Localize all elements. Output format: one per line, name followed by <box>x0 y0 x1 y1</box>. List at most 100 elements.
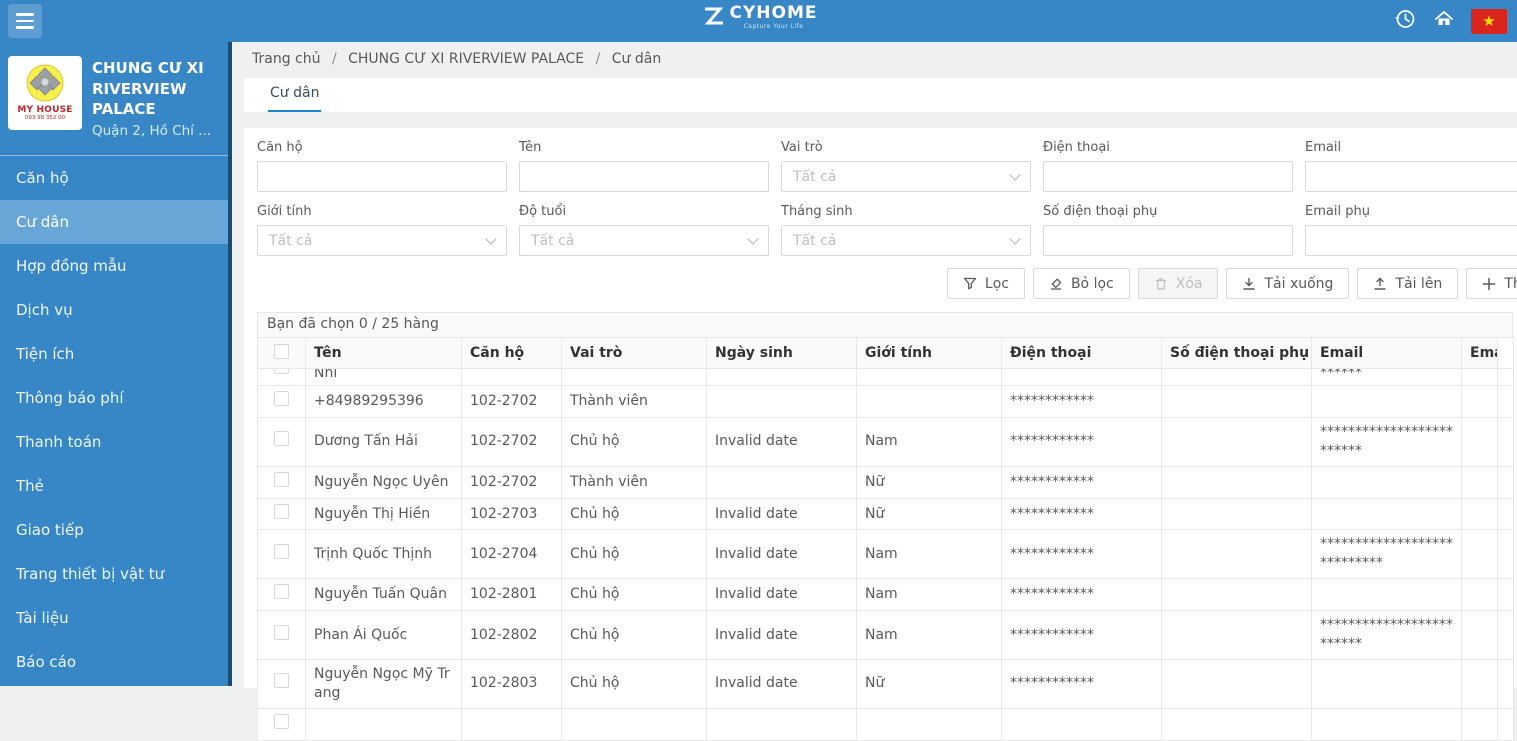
delete-button[interactable]: Xóa <box>1137 268 1219 299</box>
cell-name: Nhi <box>314 368 338 382</box>
table-row: Nguyễn Ngọc Uyên 102-2702 Thành viên Nữ ****… <box>257 465 1514 499</box>
filter-select-5[interactable]: Tất cả <box>257 225 507 256</box>
download-button[interactable]: Tải xuống <box>1226 268 1350 299</box>
col-can-ho: Căn hộ <box>461 337 562 369</box>
col-ngay-sinh: Ngày sinh <box>706 337 857 369</box>
filter-input-3[interactable] <box>1043 161 1293 192</box>
sidebar-item-dịch-vụ[interactable]: Dịch vụ <box>0 288 228 332</box>
table-row: Nhi ****** <box>257 368 1514 386</box>
building-logo-phone: 093 98 352 00 <box>24 115 66 122</box>
filter-label: Độ tuổi <box>519 204 567 219</box>
cell-name: Nguyễn Ngọc Mỹ Trang <box>314 665 450 701</box>
row-checkbox[interactable] <box>274 543 289 559</box>
filter-select-7[interactable]: Tất cả <box>781 225 1031 256</box>
scrollbar-gutter <box>1497 658 1514 709</box>
scrollbar-gutter <box>1497 337 1514 369</box>
col-gioi-tinh: Giới tính <box>856 337 1002 369</box>
cell-role: Chủ hộ <box>570 545 620 562</box>
hamburger-menu-button[interactable] <box>8 4 42 38</box>
row-checkbox[interactable] <box>274 713 289 729</box>
row-checkbox[interactable] <box>274 503 289 519</box>
cell-phone: ************ <box>1010 393 1094 409</box>
main-content: Trang chủ / CHUNG CƯ XI RIVERVIEW PALACE… <box>232 42 1517 741</box>
home-icon[interactable] <box>1433 8 1455 34</box>
sidebar-item-giao-tiếp[interactable]: Giao tiếp <box>0 508 228 552</box>
table-row: Phan Ái Quốc 102-2802 Chủ hộ Invalid date Na… <box>257 610 1514 660</box>
filter-input-8[interactable] <box>1043 225 1293 256</box>
cell-gender: Nam <box>865 626 898 643</box>
upload-button[interactable]: Tải lên <box>1357 268 1459 299</box>
clear-filter-button[interactable]: Bỏ lọc <box>1032 268 1130 299</box>
sidebar-item-thông-báo-phí[interactable]: Thông báo phí <box>0 376 228 420</box>
select-all-checkbox[interactable] <box>274 343 289 359</box>
sidebar-item-tài-liệu[interactable]: Tài liệu <box>0 596 228 640</box>
cell-apartment: 102-2702 <box>470 393 538 409</box>
residents-panel: Căn hộ Tên Vai trò Tất cả Điện thoại Email Giớ… <box>244 128 1517 741</box>
sidebar-item-hợp-đồng-mẫu[interactable]: Hợp đồng mẫu <box>0 244 228 288</box>
cell-apartment: 102-2802 <box>470 626 538 643</box>
cell-email: ************************* <box>1320 423 1453 459</box>
filter-input-9[interactable] <box>1305 225 1517 256</box>
sidebar-item-báo-cáo[interactable]: Báo cáo <box>0 640 228 684</box>
row-checkbox[interactable] <box>274 624 289 640</box>
table-row: Nguyễn Ngọc Mỹ Trang 102-2803 Chủ hộ Invali… <box>257 658 1514 709</box>
cell-gender: Nữ <box>865 675 885 692</box>
filter-label: Điện thoại <box>1043 140 1110 155</box>
sidebar-menu: Căn hộ Cư dân Hợp đồng mẫu Dịch vụ Tiện ích T… <box>0 156 228 684</box>
sidebar-item-cư-dân[interactable]: Cư dân <box>0 200 228 245</box>
row-checkbox[interactable] <box>274 673 289 689</box>
tab-cu-dan[interactable]: Cư dân <box>268 78 322 112</box>
row-checkbox[interactable] <box>274 471 289 487</box>
filter-button[interactable]: Lọc <box>946 268 1025 299</box>
filter-field: Độ tuổi Tất cả <box>519 204 769 256</box>
filter-select-6[interactable]: Tất cả <box>519 225 769 256</box>
filter-input-1[interactable] <box>519 161 769 192</box>
building-logo-text: MY HOUSE <box>17 105 73 116</box>
sidebar-item-trang-thiết-bị-vật-tư[interactable]: Trang thiết bị vật tư <box>0 552 228 596</box>
filter-select-2[interactable]: Tất cả <box>781 161 1031 192</box>
vietnam-flag-icon[interactable]: ★ <box>1471 8 1507 34</box>
select-value: Tất cả <box>793 232 837 249</box>
filter-input-4[interactable] <box>1305 161 1517 192</box>
funnel-icon <box>963 277 977 289</box>
brand-tagline: Capture Your Life <box>743 23 804 30</box>
app-logo: CYHOME Capture Your Life <box>700 5 818 30</box>
cell-name: Nguyễn Tuấn Quân <box>314 586 447 603</box>
residents-table: Tên Căn hộ Vai trò Ngày sinh Giới tính Đ… <box>257 337 1514 741</box>
row-checkbox[interactable] <box>274 584 289 600</box>
row-checkbox[interactable] <box>274 431 289 447</box>
cell-phone: ************ <box>1010 626 1094 643</box>
scrollbar-gutter <box>1497 416 1514 467</box>
sidebar-item-thanh-toán[interactable]: Thanh toán <box>0 420 228 464</box>
sidebar-item-tiện-ích[interactable]: Tiện ích <box>0 332 228 376</box>
add-button[interactable]: Thêm <box>1466 268 1517 299</box>
cell-role: Chủ hộ <box>570 675 620 692</box>
col-vai-tro: Vai trò <box>561 337 707 369</box>
cell-role: Thành viên <box>570 393 648 409</box>
filter-label: Tên <box>519 140 542 155</box>
selection-summary: Bạn đã chọn 0 / 25 hàng <box>257 312 1513 338</box>
sidebar-item-thẻ[interactable]: Thẻ <box>0 464 228 508</box>
cell-name: Nguyễn Ngọc Uyên <box>314 473 449 490</box>
breadcrumb-home[interactable]: Trang chủ <box>252 51 320 67</box>
filter-field: Tháng sinh Tất cả <box>781 204 1031 256</box>
cell-name: Phan Ái Quốc <box>314 626 408 643</box>
filter-label: Email <box>1305 140 1342 155</box>
filter-label: Căn hộ <box>257 140 303 155</box>
row-checkbox[interactable] <box>274 391 289 406</box>
history-icon[interactable] <box>1393 7 1417 35</box>
table-row <box>257 707 1514 741</box>
table-row: Trịnh Quốc Thịnh 102-2704 Chủ hộ Invalid da… <box>257 529 1514 580</box>
row-checkbox[interactable] <box>274 369 289 374</box>
eraser-icon <box>1050 278 1062 290</box>
cell-phone: ************ <box>1010 545 1094 562</box>
my-house-logo-icon <box>26 64 64 102</box>
building-location: Quận 2, Hồ Chí ... <box>92 123 212 140</box>
breadcrumb-building[interactable]: CHUNG CƯ XI RIVERVIEW PALACE <box>348 51 584 67</box>
table-header-row: Tên Căn hộ Vai trò Ngày sinh Giới tính Đ… <box>257 337 1514 369</box>
scrollbar-gutter <box>1497 610 1514 660</box>
filter-input-0[interactable] <box>257 161 507 192</box>
sidebar-item-căn-hộ[interactable]: Căn hộ <box>0 156 228 200</box>
filter-label: Tháng sinh <box>781 204 853 219</box>
scrollbar-gutter <box>1497 368 1514 386</box>
